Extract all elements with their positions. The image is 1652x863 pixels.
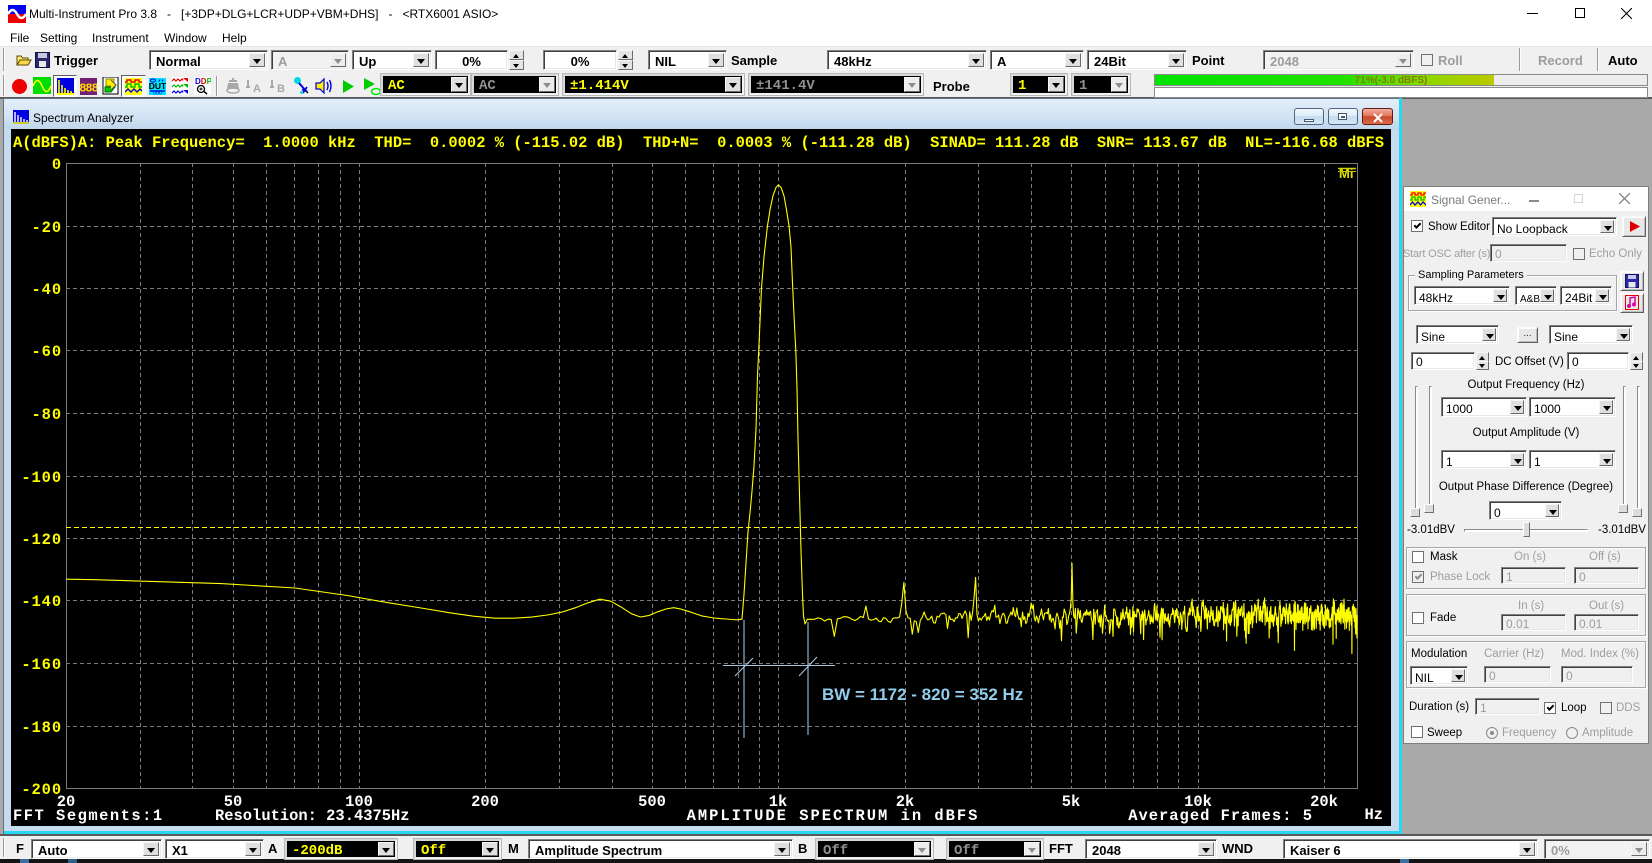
svg-text:AMPLITUDE SPECTRUM in dBFS: AMPLITUDE SPECTRUM in dBFS <box>687 807 980 825</box>
svg-text:5k: 5k <box>1062 793 1081 811</box>
svg-text:-160: -160 <box>21 656 62 674</box>
svg-text:-40: -40 <box>32 281 63 299</box>
svg-text:-140: -140 <box>21 593 62 611</box>
svg-text:BW = 1172 - 820 = 352 Hz: BW = 1172 - 820 = 352 Hz <box>822 685 1023 704</box>
svg-text:FFT Segments:1: FFT Segments:1 <box>13 807 164 825</box>
svg-text:Hz: Hz <box>1364 806 1383 824</box>
svg-text:500: 500 <box>638 793 666 811</box>
svg-text:0: 0 <box>52 156 62 174</box>
svg-text:-20: -20 <box>32 219 63 237</box>
svg-text:-120: -120 <box>21 531 62 549</box>
svg-text:Resolution: 23.4375Hz: Resolution: 23.4375Hz <box>215 807 410 825</box>
svg-text:200: 200 <box>471 793 499 811</box>
svg-text:-100: -100 <box>21 469 62 487</box>
svg-text:-180: -180 <box>21 719 62 737</box>
svg-text:A(dBFS)A: Peak Frequency= 1.0: A(dBFS)A: Peak Frequency= 1.0000 kHz THD… <box>13 134 1384 152</box>
svg-text:-80: -80 <box>32 406 63 424</box>
svg-text:Averaged Frames: 5: Averaged Frames: 5 <box>1128 807 1313 825</box>
svg-text:20k: 20k <box>1310 793 1338 811</box>
svg-text:-60: -60 <box>32 343 63 361</box>
